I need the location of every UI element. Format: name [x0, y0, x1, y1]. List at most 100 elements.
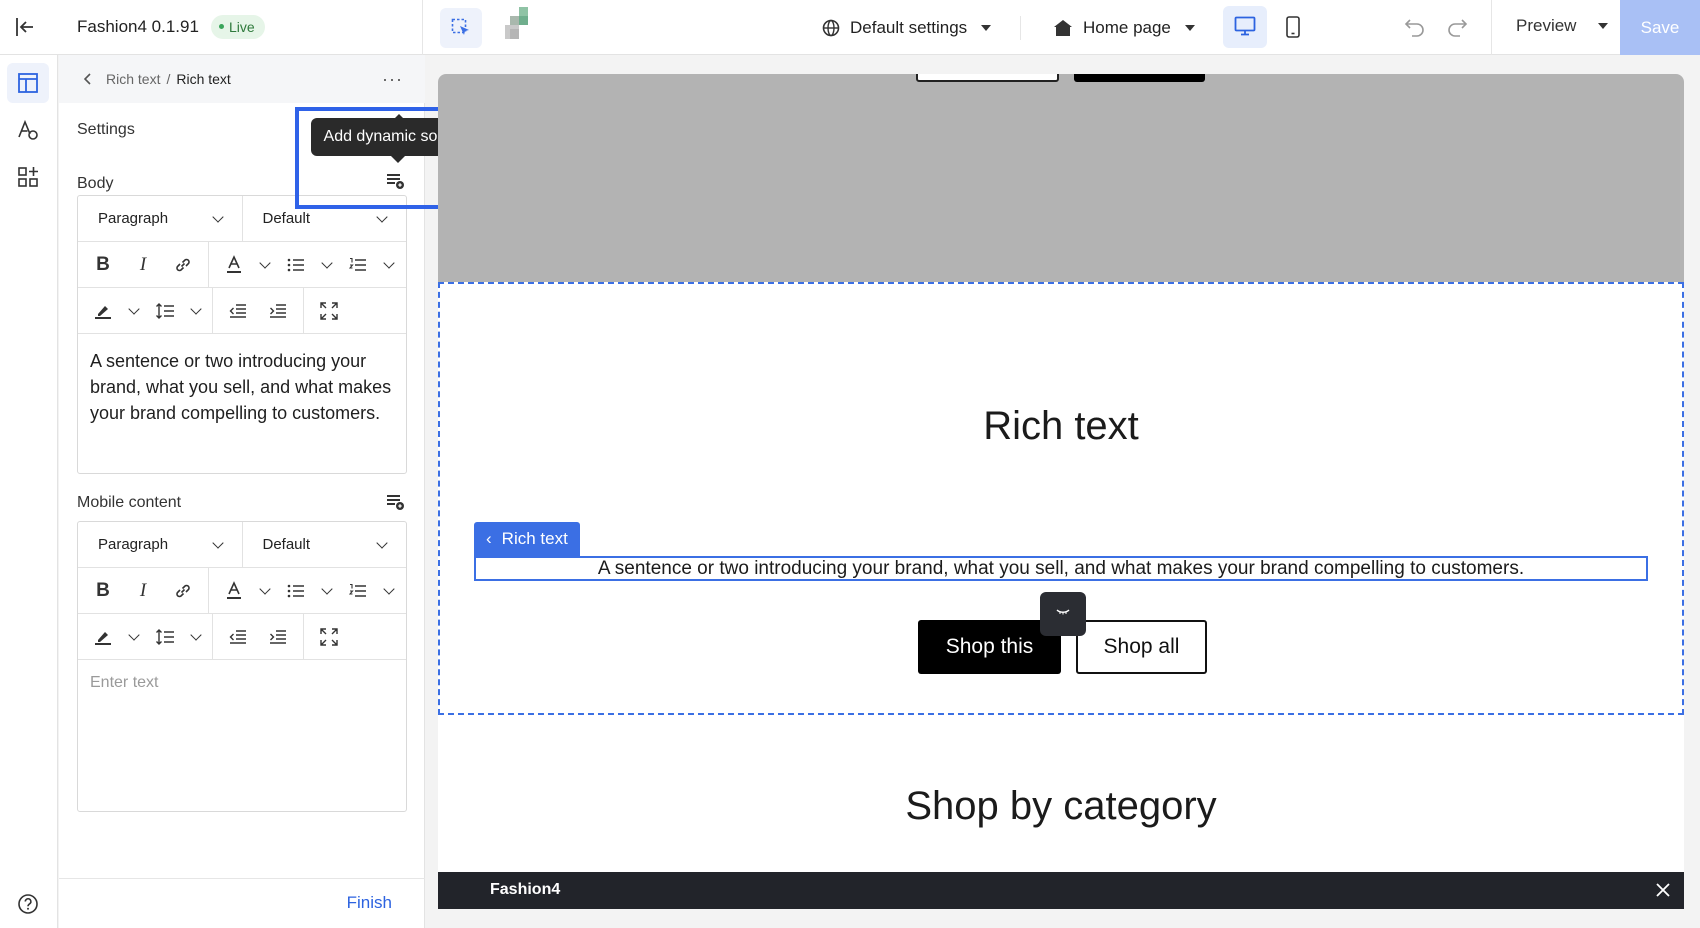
select-tool-icon [451, 18, 469, 35]
italic-icon[interactable]: I [126, 248, 160, 282]
line-height-icon[interactable] [148, 620, 182, 654]
indent-group [212, 287, 303, 334]
mobile-content-label: Mobile content [77, 494, 182, 511]
mobile-text-area[interactable]: Enter text [78, 660, 406, 706]
select-tool-button[interactable] [440, 8, 482, 48]
breadcrumb-parent[interactable]: Rich text [106, 71, 160, 87]
editor-toolbar-row [78, 613, 406, 660]
bold-icon[interactable]: B [86, 248, 120, 282]
italic-icon[interactable]: I [126, 574, 160, 608]
text-color-icon[interactable] [217, 574, 251, 608]
block-type-select[interactable]: Paragraph [78, 522, 242, 568]
outdent-icon[interactable] [221, 294, 255, 328]
block-tag-label: Rich text [501, 529, 568, 548]
text-color-icon[interactable] [217, 248, 251, 282]
bullet-list-icon[interactable] [279, 248, 313, 282]
numbered-list-icon[interactable] [341, 574, 375, 608]
desktop-view-button[interactable] [1223, 6, 1267, 48]
text-style-group: B I [78, 242, 208, 288]
chevron-down-icon[interactable] [381, 574, 397, 608]
chevron-down-icon[interactable] [319, 248, 335, 282]
indent-group [212, 613, 303, 660]
sections-button[interactable] [7, 63, 49, 103]
rich-text-body[interactable]: A sentence or two introducing your brand… [474, 556, 1648, 581]
chevron-down-icon[interactable] [381, 248, 397, 282]
link-icon[interactable] [166, 248, 200, 282]
back-icon[interactable] [84, 73, 92, 85]
hero-button-solid[interactable] [1074, 74, 1205, 82]
undo-icon[interactable] [1404, 16, 1428, 40]
rich-text-heading[interactable]: Rich text [440, 404, 1682, 449]
shop-all-button[interactable]: Shop all [1076, 620, 1207, 674]
block-type-value: Paragraph [98, 536, 169, 553]
chevron-down-icon[interactable] [257, 248, 273, 282]
editor-toolbar-row [78, 287, 406, 334]
drag-handle-icon[interactable] [1040, 592, 1086, 636]
settings-dropdown[interactable]: Default settings [822, 16, 992, 40]
highlight-group [78, 288, 212, 334]
link-icon[interactable] [166, 574, 200, 608]
desktop-icon [1234, 16, 1256, 36]
help-icon[interactable] [17, 893, 39, 915]
line-height-icon[interactable] [148, 294, 182, 328]
mobile-icon [1286, 16, 1300, 38]
fullscreen-icon[interactable] [312, 294, 346, 328]
chevron-down-icon[interactable] [257, 574, 273, 608]
chevron-down-icon [376, 210, 388, 223]
chevron-down-icon[interactable] [188, 620, 204, 654]
chevron-down-icon [376, 536, 388, 549]
chevron-left-icon: ‹ [486, 529, 492, 548]
chevron-down-icon[interactable] [188, 294, 204, 328]
page-dropdown[interactable]: Home page [1053, 16, 1195, 40]
block-type-select[interactable]: Paragraph [78, 196, 242, 242]
left-icon-rail [0, 55, 58, 928]
close-icon[interactable] [1654, 881, 1672, 899]
bold-icon[interactable]: B [86, 574, 120, 608]
chevron-down-icon[interactable] [126, 620, 142, 654]
fullscreen-icon[interactable] [312, 620, 346, 654]
apps-button[interactable] [7, 157, 49, 197]
mobile-view-button[interactable] [1271, 6, 1315, 48]
redo-icon[interactable] [1446, 16, 1470, 40]
editor-toolbar-row: B I [78, 241, 406, 288]
indent-icon[interactable] [261, 620, 295, 654]
body-text-area[interactable]: A sentence or two introducing your brand… [78, 334, 406, 440]
highlight-icon[interactable] [86, 294, 120, 328]
more-options-button[interactable]: ··· [382, 69, 403, 90]
style-select[interactable]: Default [241, 521, 407, 568]
caret-down-icon [1184, 25, 1195, 31]
rich-text-section[interactable]: Rich text ‹ Rich text A sentence or two i… [438, 282, 1684, 715]
block-tag[interactable]: ‹ Rich text [474, 522, 580, 556]
hero-button-outline[interactable] [916, 74, 1059, 82]
chevron-down-icon[interactable] [126, 294, 142, 328]
body-label: Body [77, 175, 114, 192]
bullet-list-icon[interactable] [279, 574, 313, 608]
preview-label: Preview [1516, 16, 1577, 35]
caret-down-icon [1598, 23, 1609, 29]
outdent-icon[interactable] [221, 620, 255, 654]
dynamic-source-icon[interactable] [385, 492, 405, 512]
highlight-icon[interactable] [86, 620, 120, 654]
chevron-down-icon[interactable] [319, 574, 335, 608]
mobile-rich-text-editor: Paragraph Default B I Enter text [77, 521, 407, 812]
style-value: Default [262, 536, 311, 553]
chevron-down-icon [211, 210, 224, 223]
preview-dropdown[interactable]: Preview [1516, 16, 1609, 36]
indent-icon[interactable] [261, 294, 295, 328]
store-footer-bar: Fashion4 [438, 872, 1684, 909]
theme-styles-button[interactable] [7, 110, 49, 150]
settings-dropdown-label: Default settings [850, 18, 968, 37]
text-style-group: B I [78, 568, 208, 614]
breadcrumb-current: Rich text [176, 71, 231, 87]
caret-down-icon [981, 25, 992, 31]
page-dropdown-label: Home page [1083, 18, 1171, 37]
block-type-value: Paragraph [98, 210, 169, 227]
save-button[interactable]: Save [1620, 0, 1700, 55]
finish-button[interactable]: Finish [347, 893, 392, 913]
numbered-list-icon[interactable] [341, 248, 375, 282]
editor-toolbar-row: B I [78, 567, 406, 614]
exit-icon[interactable] [14, 16, 42, 40]
fullscreen-group [303, 287, 354, 334]
hero-section[interactable] [438, 74, 1684, 282]
shop-by-category-heading[interactable]: Shop by category [438, 784, 1684, 829]
